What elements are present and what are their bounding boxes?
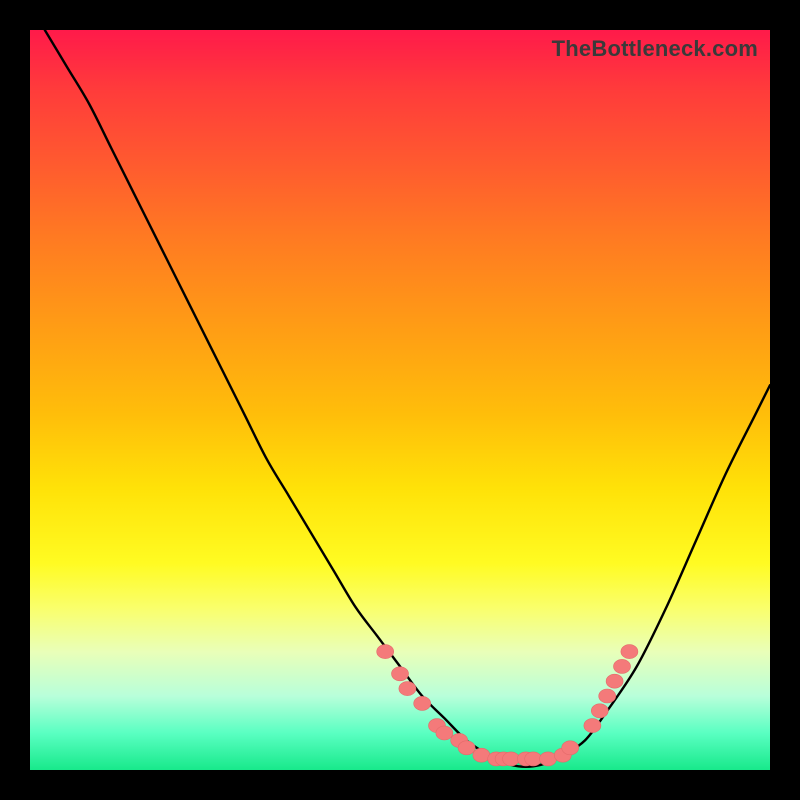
- marker-dot: [606, 674, 623, 688]
- bottleneck-curve: [45, 30, 770, 767]
- marker-dot: [562, 741, 579, 755]
- marker-dot: [584, 719, 601, 733]
- marker-dot: [503, 752, 520, 766]
- marker-dot: [525, 752, 542, 766]
- marker-dot: [377, 645, 394, 659]
- marker-dot: [436, 726, 453, 740]
- marker-dot: [399, 682, 416, 696]
- marker-dot: [473, 748, 490, 762]
- sweet-spot-markers: [377, 645, 638, 766]
- marker-dot: [414, 696, 431, 710]
- marker-dot: [621, 645, 638, 659]
- marker-dot: [392, 667, 409, 681]
- marker-dot: [614, 659, 631, 673]
- marker-dot: [458, 741, 475, 755]
- marker-dot: [540, 752, 557, 766]
- marker-dot: [591, 704, 608, 718]
- marker-dot: [599, 689, 616, 703]
- chart-overlay: [30, 30, 770, 770]
- chart-frame: TheBottleneck.com: [30, 30, 770, 770]
